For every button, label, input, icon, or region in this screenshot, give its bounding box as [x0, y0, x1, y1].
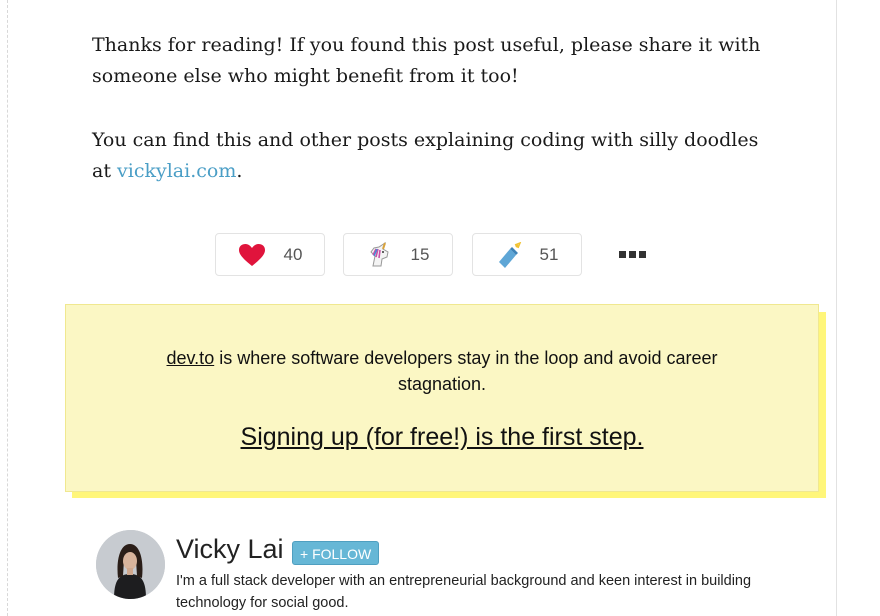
page-border-left [7, 0, 8, 616]
closing-paragraph: Thanks for reading! If you found this po… [92, 34, 761, 87]
author-name[interactable]: Vicky Lai [176, 534, 284, 565]
signup-link[interactable]: Signing up (for free!) is the first step… [66, 423, 818, 452]
unicorn-button[interactable]: 15 [343, 233, 453, 276]
save-count: 51 [539, 244, 559, 264]
more-options-icon[interactable] [619, 247, 649, 261]
avatar[interactable] [96, 530, 165, 599]
bookmark-icon [496, 241, 522, 268]
unicorn-count: 15 [410, 244, 430, 264]
unicorn-icon [367, 241, 393, 268]
website-paragraph-end: . [236, 160, 243, 182]
like-count: 40 [283, 244, 303, 264]
follow-button[interactable]: + FOLLOW [292, 541, 380, 565]
website-link[interactable]: vickylai.com [117, 160, 236, 182]
like-button[interactable]: 40 [215, 233, 325, 276]
website-paragraph: You can find this and other posts explai… [92, 125, 772, 187]
heart-icon [238, 243, 266, 267]
devto-link[interactable]: dev.to [167, 348, 215, 368]
save-button[interactable]: 51 [472, 233, 582, 276]
author-bio: I'm a full stack developer with an entre… [176, 573, 752, 611]
banner-description: is where software developers stay in the… [214, 348, 718, 394]
signup-banner: dev.to is where software developers stay… [65, 304, 819, 492]
author-card: Vicky Lai + FOLLOW I'm a full stack deve… [96, 530, 836, 616]
reaction-bar: 40 15 51 [0, 233, 880, 278]
page-border-right [836, 0, 837, 616]
banner-text: dev.to is where software developers stay… [126, 345, 758, 397]
